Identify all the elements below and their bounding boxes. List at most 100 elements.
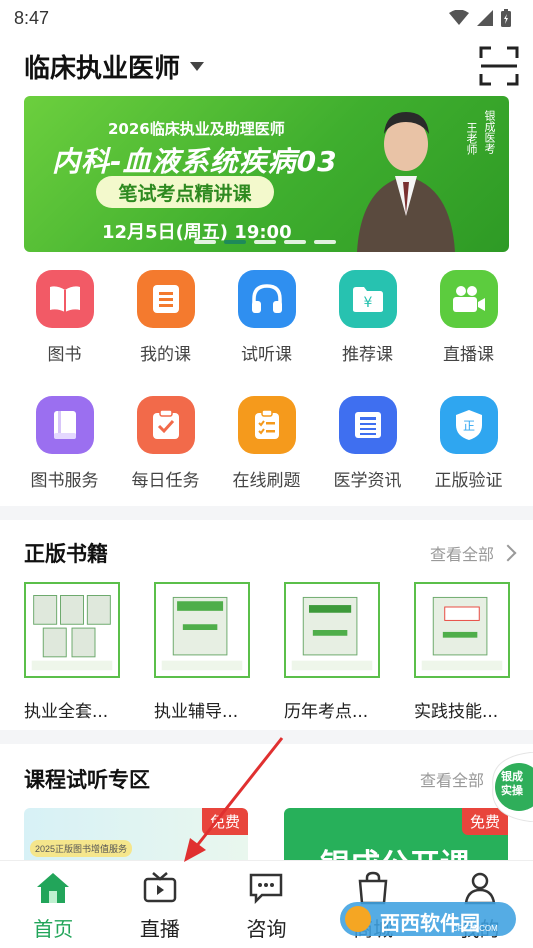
course-card[interactable]: 银成公开课 免费 — [284, 808, 508, 860]
floating-badge-text: 银成实操 — [501, 771, 523, 797]
books-see-all-link[interactable]: 查看全部 — [429, 541, 517, 565]
svg-text:正: 正 — [462, 419, 474, 433]
book-icon — [35, 396, 94, 454]
carousel-dot[interactable] — [254, 240, 276, 244]
book-cover-image — [154, 582, 250, 678]
exam-selector[interactable]: 临床执业医师 — [24, 48, 205, 85]
tab-label: 首页 — [33, 917, 74, 941]
task-check-icon — [136, 396, 195, 454]
watermark-logo: 西西软件园 CR173.COM — [340, 898, 520, 938]
book-title: 执业全套... — [24, 702, 109, 722]
tab-live[interactable]: 直播 — [107, 861, 214, 948]
grid-label: 推荐课 — [342, 345, 393, 365]
see-all-label: 查看全部 — [419, 771, 484, 790]
feature-grid-row-1: 图书 我的课 试听课 ¥ 推荐课 直播课 — [14, 270, 519, 365]
carousel-dot[interactable] — [284, 240, 306, 244]
grid-label: 我的课 — [140, 345, 191, 365]
folder-yen-icon: ¥ — [338, 270, 397, 328]
banner-pill: 笔试考点精讲课 — [96, 176, 274, 208]
courses-section-title: 课程试听专区 — [24, 768, 150, 792]
grid-label: 医学资讯 — [333, 471, 402, 491]
carousel-dots — [194, 240, 336, 244]
grid-item-genuine-verify[interactable]: 正 正版验证 — [418, 396, 519, 491]
teacher-photo — [357, 112, 455, 252]
tab-label: 咨询 — [246, 917, 287, 941]
grid-item-books[interactable]: 图书 — [14, 270, 115, 365]
books-section-header: 正版书籍 查看全部 — [24, 538, 517, 568]
course-card-text: 银成公开课 — [320, 840, 470, 860]
book-card[interactable]: 历年考点... — [284, 582, 380, 722]
feature-grid-row-2: 图书服务 每日任务 在线刷题 医学资讯 正 正版验证 — [14, 396, 519, 491]
section-divider — [0, 506, 533, 520]
tv-icon — [143, 872, 177, 903]
book-title: 执业辅导... — [154, 702, 239, 722]
carousel-dot-active[interactable] — [224, 240, 246, 244]
headphones-icon — [237, 270, 296, 328]
grid-label: 图书服务 — [30, 471, 99, 491]
grid-label: 每日任务 — [131, 471, 200, 491]
grid-item-trial-courses[interactable]: 试听课 — [216, 270, 317, 365]
book-title: 实践技能... — [414, 702, 499, 722]
course-card-text: 2025正版图书增值服务 — [30, 840, 133, 857]
section-divider — [0, 730, 533, 744]
book-cover-image — [414, 582, 510, 678]
book-card[interactable]: 执业辅导... — [154, 582, 250, 722]
carousel-dot[interactable] — [194, 240, 216, 244]
grid-item-daily-tasks[interactable]: 每日任务 — [115, 396, 216, 491]
books-list: 执业全套... 执业辅导... 历年考点... 实践技能... — [24, 582, 533, 722]
course-card[interactable]: 2025正版图书增值服务 免费 — [24, 808, 248, 860]
status-icons — [449, 9, 511, 27]
tab-label: 直播 — [139, 917, 180, 941]
free-badge: 免费 — [201, 808, 248, 835]
book-cover-image — [24, 582, 120, 678]
grid-item-book-service[interactable]: 图书服务 — [14, 396, 115, 491]
grid-label: 在线刷题 — [232, 471, 301, 491]
tab-consult[interactable]: 咨询 — [213, 861, 320, 948]
floating-promo-badge[interactable]: 银成实操 — [489, 751, 533, 823]
book-card[interactable]: 实践技能... — [414, 582, 510, 722]
books-section-title: 正版书籍 — [24, 542, 108, 566]
svg-text:¥: ¥ — [363, 295, 372, 311]
chevron-right-icon — [499, 544, 517, 562]
signal-icon — [477, 10, 493, 26]
grid-label: 正版验证 — [434, 471, 503, 491]
scan-icon[interactable] — [479, 46, 519, 86]
tab-home[interactable]: 首页 — [0, 861, 107, 948]
status-bar: 8:47 — [0, 0, 533, 36]
book-cover-image — [284, 582, 380, 678]
top-bar: 临床执业医师 — [0, 40, 533, 92]
grid-label: 图书 — [47, 345, 82, 365]
book-title: 历年考点... — [284, 702, 369, 722]
book-open-icon — [35, 270, 94, 328]
shield-zheng-icon: 正 — [439, 396, 498, 454]
chat-icon — [250, 873, 283, 905]
grid-item-medical-news[interactable]: 医学资讯 — [317, 396, 418, 491]
promo-banner[interactable]: 2026临床执业及助理医师 内科-血液系统疾病03 笔试考点精讲课 12月5日(… — [24, 96, 509, 252]
course-cards: 2025正版图书增值服务 免费 银成公开课 免费 — [24, 808, 533, 860]
status-time: 8:47 — [14, 7, 50, 28]
banner-title: 内科-血液系统疾病03 — [52, 145, 338, 178]
book-card[interactable]: 执业全套... — [24, 582, 120, 722]
list-doc-icon — [136, 270, 195, 328]
wifi-icon — [449, 10, 469, 25]
news-icon — [338, 396, 397, 454]
home-icon — [37, 873, 70, 903]
clipboard-list-icon — [237, 396, 296, 454]
see-all-label: 查看全部 — [429, 545, 494, 564]
grid-label: 直播课 — [443, 345, 494, 365]
carousel-dot[interactable] — [314, 240, 336, 244]
watermark-sub: CR173.COM — [452, 924, 498, 933]
battery-icon — [501, 9, 511, 27]
courses-section-header: 课程试听专区 查看全部 — [24, 764, 514, 794]
grid-item-online-quiz[interactable]: 在线刷题 — [216, 396, 317, 491]
grid-label: 试听课 — [241, 345, 292, 365]
caret-down-icon — [190, 61, 205, 71]
grid-item-my-courses[interactable]: 我的课 — [115, 270, 216, 365]
grid-item-live-courses[interactable]: 直播课 — [418, 270, 519, 365]
banner-year-line: 2026临床执业及助理医师 — [108, 120, 285, 138]
banner-side-teacher: 王老师 — [465, 122, 477, 155]
grid-item-recommended[interactable]: ¥ 推荐课 — [317, 270, 418, 365]
banner-side-brand: 银成医考 — [483, 110, 495, 154]
video-camera-icon — [439, 270, 498, 328]
exam-title: 临床执业医师 — [24, 53, 181, 84]
